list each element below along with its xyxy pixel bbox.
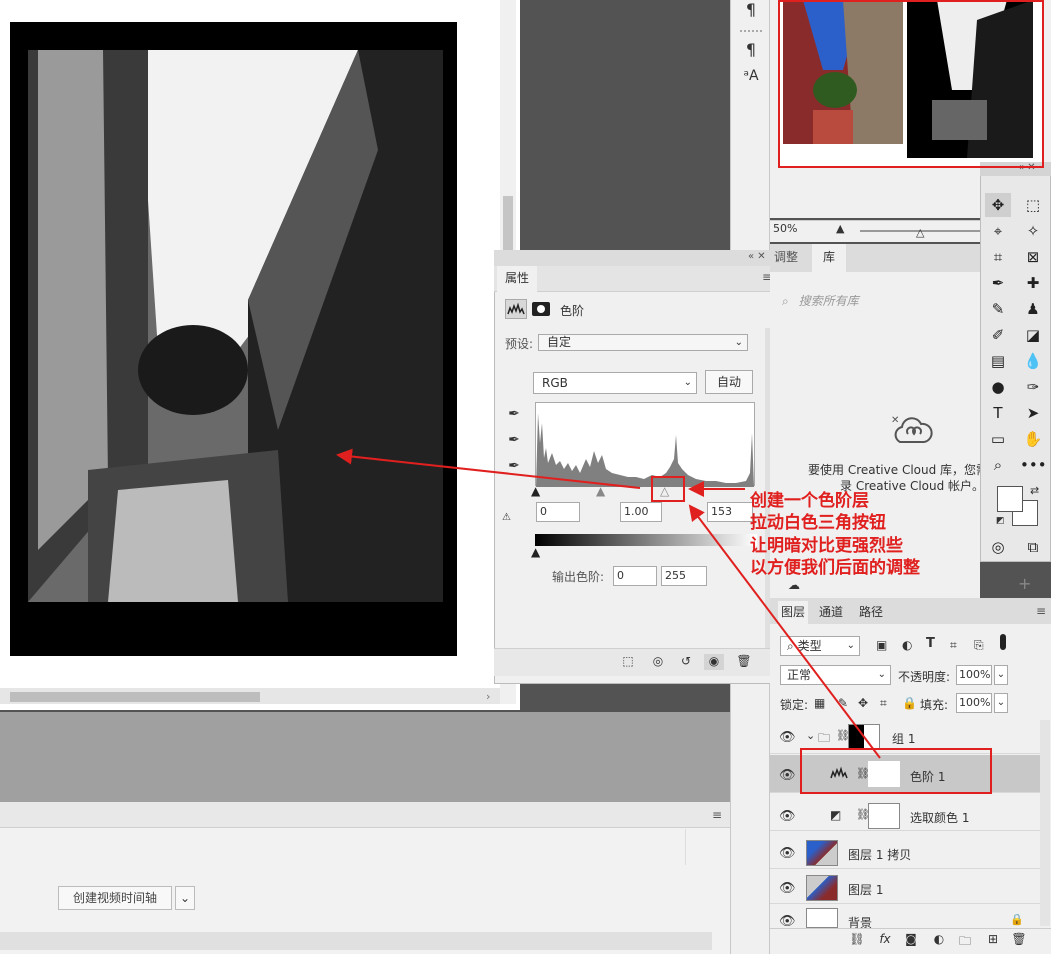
annotation-line-3: 让明暗对比更强烈些 xyxy=(750,536,903,556)
annotation-line-1: 创建一个色阶层 xyxy=(750,491,869,511)
annotation-line-4: 以方便我们后面的调整 xyxy=(750,558,920,578)
annotation-line-2: 拉动白色三角按钮 xyxy=(750,513,886,533)
annotation-arrows xyxy=(336,448,881,759)
arrow-to-photo xyxy=(336,448,641,489)
